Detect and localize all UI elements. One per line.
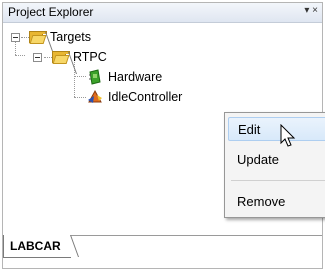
folder-icon xyxy=(29,30,47,44)
tab-label: LABCAR xyxy=(10,239,61,253)
menu-item-label: Remove xyxy=(237,193,286,209)
mouse-pointer-icon xyxy=(280,124,296,147)
menu-item-label: Edit xyxy=(238,121,261,137)
menu-item-edit[interactable]: Edit xyxy=(228,117,325,141)
green-board-icon xyxy=(87,69,103,85)
collapse-icon[interactable] xyxy=(33,52,42,62)
tree-connector xyxy=(15,55,25,56)
tree-item-targets[interactable]: Targets xyxy=(11,27,91,47)
menu-item-label: Update xyxy=(237,151,279,167)
tree-item-label: Hardware xyxy=(108,70,163,84)
menu-separator xyxy=(231,180,325,181)
tree-connector xyxy=(21,36,29,38)
context-menu: Edit Update Remove xyxy=(224,112,325,218)
tree-item-label: Targets xyxy=(50,30,91,44)
tree-item-hardware[interactable]: Hardware xyxy=(87,67,162,87)
controller-icon xyxy=(87,89,103,105)
tree-item-idlecontroller[interactable]: IdleController xyxy=(87,87,182,107)
tab-labcar[interactable]: LABCAR xyxy=(3,235,71,258)
tree-item-rtpc[interactable]: RTPC xyxy=(33,47,107,67)
menu-item-remove[interactable]: Remove xyxy=(228,189,325,213)
tree-connector xyxy=(74,76,86,77)
folder-icon xyxy=(52,50,70,64)
tree-item-label: IdleController xyxy=(108,90,183,104)
bottom-tab-strip: LABCAR xyxy=(3,235,322,268)
panel-title: Project Explorer xyxy=(8,5,94,19)
panel-titlebar: Project Explorer ▾ × xyxy=(3,3,322,23)
menu-item-update[interactable]: Update xyxy=(228,147,325,171)
tree-connector xyxy=(74,97,86,98)
tree-item-label: RTPC xyxy=(73,50,107,64)
collapse-icon[interactable] xyxy=(11,32,20,42)
tree-connector xyxy=(44,56,52,58)
panel-title-controls[interactable]: ▾ × xyxy=(304,5,318,16)
